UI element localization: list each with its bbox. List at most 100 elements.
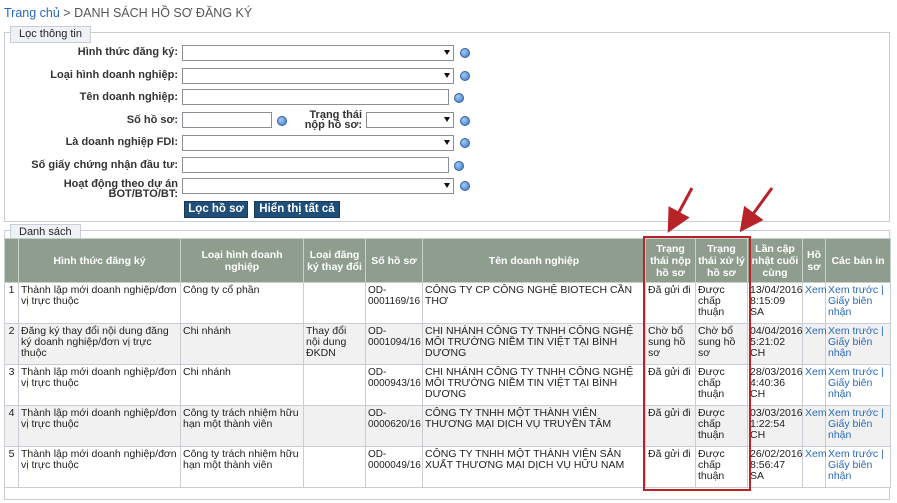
breadcrumb-home-link[interactable]: Trang chủ xyxy=(4,6,60,20)
cell-loai-thay-doi: Thay đổi nội dung ĐKDN xyxy=(303,323,366,365)
cell-loai-hinh: Chi nhánh xyxy=(180,323,304,365)
info-icon[interactable] xyxy=(460,181,470,191)
giay-cn-input[interactable] xyxy=(182,157,449,173)
preview-link[interactable]: Xem trước | Giấy biên nhận xyxy=(828,284,884,318)
header-so-ho-so[interactable]: Số hồ sơ xyxy=(365,238,423,283)
cell-ban-in: Xem trước | Giấy biên nhận xyxy=(825,282,891,324)
cell-ban-in: Xem trước | Giấy biên nhận xyxy=(825,446,891,488)
cell-so-ho-so: OD-0001169/16 xyxy=(365,282,423,324)
du-an-label-line2: BOT/BTO/BT: xyxy=(108,188,178,200)
header-ho-so: Hồ sơ xyxy=(802,238,826,283)
hinh-thuc-label: Hình thức đăng ký: xyxy=(77,46,178,58)
breadcrumb-separator: > xyxy=(59,6,75,20)
header-ban-in: Các bản in xyxy=(825,238,891,283)
cell-ban-in: Xem trước | Giấy biên nhận xyxy=(825,364,891,406)
view-link[interactable]: Xem xyxy=(805,325,827,337)
trang-thai-select[interactable] xyxy=(366,112,454,128)
results-table: Hình thức đăng ký Loại hình doanh nghiệp… xyxy=(4,238,891,488)
cell-loai-thay-doi xyxy=(303,364,366,406)
view-link[interactable]: Xem xyxy=(805,448,827,460)
cell-loai-hinh: Công ty cổ phần xyxy=(180,282,304,324)
header-loai-thay-doi[interactable]: Loại đăng ký thay đổi xyxy=(303,238,366,283)
cell-hinh-thuc: Thành lập mới doanh nghiệp/đơn vị trực t… xyxy=(18,282,181,324)
cell-ho-so: Xem xyxy=(802,282,827,324)
preview-link[interactable]: Xem trước | Giấy biên nhận xyxy=(828,366,884,400)
table-row: 2 Đăng ký thay đổi nội dung đăng ký doan… xyxy=(4,323,891,365)
info-icon[interactable] xyxy=(460,138,470,148)
preview-link[interactable]: Xem trước | Giấy biên nhận xyxy=(828,448,884,482)
filter-legend: Lọc thông tin xyxy=(10,26,91,43)
cell-ten-dn: CHI NHÁNH CÔNG TY TNHH CÔNG NGHỆ MÔI TRƯ… xyxy=(422,364,646,406)
header-hinh-thuc[interactable]: Hình thức đăng ký xyxy=(18,238,181,283)
info-icon[interactable] xyxy=(460,116,470,126)
cell-stt: 4 xyxy=(4,405,19,447)
loai-hinh-label: Loại hình doanh nghiệp: xyxy=(50,69,178,81)
cell-ten-dn: CÔNG TY TNHH MỘT THÀNH VIÊN SẢN XUẤT THƯ… xyxy=(422,446,646,488)
chevron-down-icon xyxy=(444,50,450,55)
cell-loai-hinh: Công ty trách nhiệm hữu hạn một thành vi… xyxy=(180,405,304,447)
preview-link[interactable]: Xem trước | Giấy biên nhận xyxy=(828,407,884,441)
cell-ten-dn: CHI NHÁNH CÔNG TY TNHH CÔNG NGHỆ MÔI TRƯ… xyxy=(422,323,646,365)
header-lan-cap-nhat[interactable]: Lần cập nhật cuối cùng xyxy=(747,238,803,283)
cell-ho-so: Xem xyxy=(802,364,827,406)
chevron-down-icon xyxy=(444,140,450,145)
cell-loai-thay-doi xyxy=(303,282,366,324)
info-icon[interactable] xyxy=(277,116,287,126)
header-loai-hinh[interactable]: Loại hình doanh nghiệp xyxy=(180,238,304,283)
view-link[interactable]: Xem xyxy=(805,407,827,419)
cell-loai-thay-doi xyxy=(303,405,366,447)
info-icon[interactable] xyxy=(454,93,464,103)
preview-link[interactable]: Xem trước | Giấy biên nhận xyxy=(828,325,884,359)
chevron-down-icon xyxy=(444,183,450,188)
breadcrumb: Trang chủ > DANH SÁCH HỒ SƠ ĐĂNG KÝ xyxy=(4,6,252,20)
cell-stt: 3 xyxy=(4,364,19,406)
fdi-select[interactable] xyxy=(182,135,454,151)
cell-ho-so: Xem xyxy=(802,323,827,365)
info-icon[interactable] xyxy=(460,48,470,58)
table-header-row: Hình thức đăng ký Loại hình doanh nghiệp… xyxy=(4,238,891,283)
table-row: 3 Thành lập mới doanh nghiệp/đơn vị trực… xyxy=(4,364,891,406)
cell-lan-cap-nhat: 28/03/2016 4:40:36 CH xyxy=(747,364,803,406)
show-all-button[interactable]: Hiển thị tất cả xyxy=(254,201,340,218)
chevron-down-icon xyxy=(444,73,450,78)
page-title: DANH SÁCH HỒ SƠ ĐĂNG KÝ xyxy=(74,6,253,20)
cell-loai-hinh: Chi nhánh xyxy=(180,364,304,406)
so-ho-so-input[interactable] xyxy=(182,112,272,128)
cell-so-ho-so: OD-0000943/16 xyxy=(365,364,423,406)
cell-hinh-thuc: Thành lập mới doanh nghiệp/đơn vị trực t… xyxy=(18,405,181,447)
cell-lan-cap-nhat: 03/03/2016 1:22:54 CH xyxy=(747,405,803,447)
header-stt xyxy=(4,238,19,283)
cell-ten-dn: CÔNG TY CP CÔNG NGHỆ BIOTECH CẦN THƠ xyxy=(422,282,646,324)
cell-lan-cap-nhat: 04/04/2016 5:21:02 CH xyxy=(747,323,803,365)
cell-lan-cap-nhat: 13/04/2016 8:15:09 SA xyxy=(747,282,803,324)
loai-hinh-select[interactable] xyxy=(182,68,454,84)
cell-ho-so: Xem xyxy=(802,446,827,488)
du-an-select[interactable] xyxy=(182,178,454,194)
header-ten-dn[interactable]: Tên doanh nghiệp xyxy=(422,238,646,283)
info-icon[interactable] xyxy=(454,161,464,171)
cell-ban-in: Xem trước | Giấy biên nhận xyxy=(825,323,891,365)
cell-stt: 5 xyxy=(4,446,19,488)
ten-dn-input[interactable] xyxy=(182,89,449,105)
cell-so-ho-so: OD-0000620/16 xyxy=(365,405,423,447)
cell-stt: 2 xyxy=(4,323,19,365)
chevron-down-icon xyxy=(444,117,450,122)
table-row: 4 Thành lập mới doanh nghiệp/đơn vị trực… xyxy=(4,405,891,447)
table-row: 5 Thành lập mới doanh nghiệp/đơn vị trực… xyxy=(4,446,891,488)
view-link[interactable]: Xem xyxy=(805,284,827,296)
info-icon[interactable] xyxy=(460,71,470,81)
filter-button[interactable]: Lọc hồ sơ xyxy=(184,201,248,218)
status-columns-highlight xyxy=(643,236,751,491)
cell-ten-dn: CÔNG TY TNHH MỘT THÀNH VIÊN THƯƠNG MẠI D… xyxy=(422,405,646,447)
trang-thai-label-line2: nộp hồ sơ: xyxy=(304,119,362,131)
cell-ho-so: Xem xyxy=(802,405,827,447)
table-row: 1 Thành lập mới doanh nghiệp/đơn vị trực… xyxy=(4,282,891,324)
du-an-label: Hoạt động theo dự án BOT/BTO/BT: xyxy=(10,179,178,200)
hinh-thuc-select[interactable] xyxy=(182,45,454,61)
fdi-label: Là doanh nghiệp FDI: xyxy=(65,136,178,148)
giay-cn-label: Số giấy chứng nhận đầu tư: xyxy=(31,159,178,171)
cell-so-ho-so: OD-0000049/16 xyxy=(365,446,423,488)
cell-lan-cap-nhat: 26/02/2016 8:56:47 SA xyxy=(747,446,803,488)
cell-hinh-thuc: Đăng ký thay đổi nội dung đăng ký doanh … xyxy=(18,323,181,365)
view-link[interactable]: Xem xyxy=(805,366,827,378)
